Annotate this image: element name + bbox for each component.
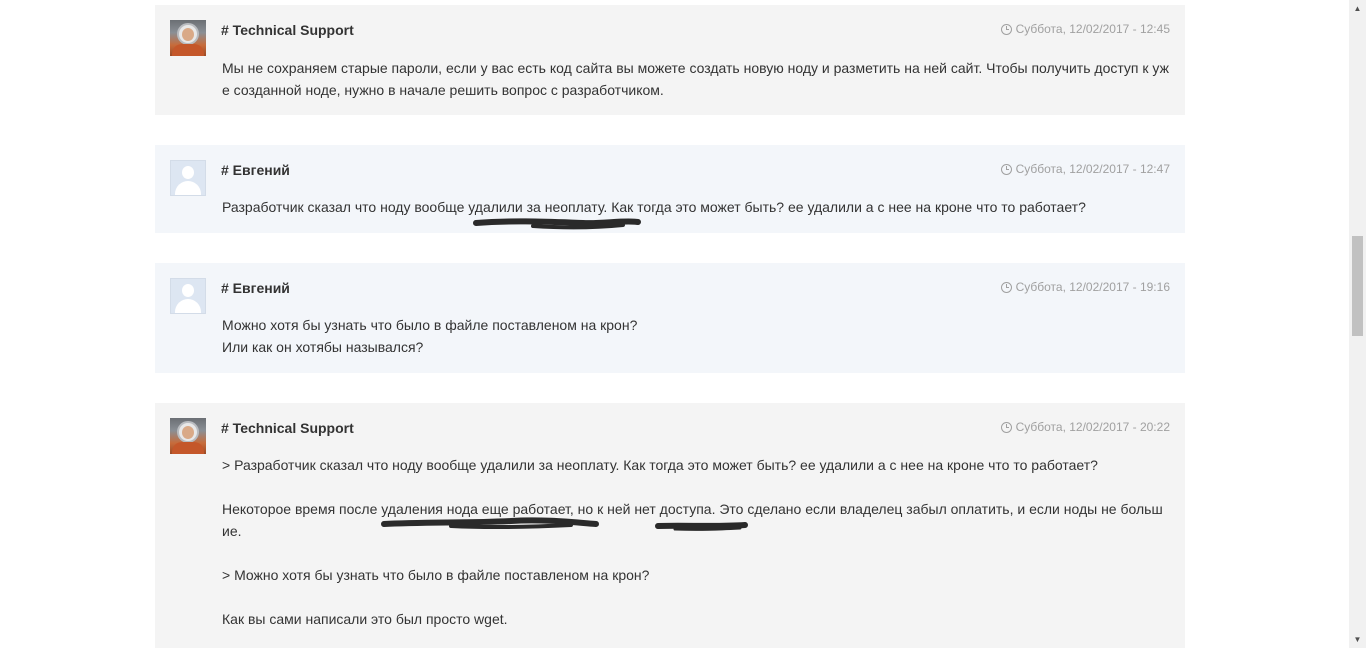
message-paragraph: Или как он хотябы назывался? <box>222 339 424 355</box>
user-avatar <box>170 278 206 314</box>
message-body: Разработчик сказал что ноду вообще удали… <box>222 196 1170 218</box>
message-body: > Разработчик сказал что ноду вообще уда… <box>222 454 1170 630</box>
clock-icon <box>1000 281 1012 293</box>
message-staff: # Technical Support Суббота, 12/02/2017 … <box>155 403 1185 648</box>
message-quote: > Можно хотя бы узнать что было в файле … <box>222 567 650 583</box>
message-paragraph: Мы не сохраняем старые пароли, если у ва… <box>222 60 1169 98</box>
message-body: Можно хотя бы узнать что было в файле по… <box>222 314 1170 358</box>
message-paragraph: Некоторое время после удаления нода еще … <box>222 501 1163 539</box>
message-paragraph: Разработчик сказал что ноду вообще удали… <box>222 199 1086 215</box>
clock-icon <box>1000 23 1012 35</box>
clock-icon <box>1000 421 1012 433</box>
message-staff: # Technical Support Суббота, 12/02/2017 … <box>155 5 1185 115</box>
scroll-thumb[interactable] <box>1352 236 1363 336</box>
message-date-text: Суббота, 12/02/2017 - 12:47 <box>1015 162 1170 176</box>
scroll-up-arrow-icon[interactable]: ▲ <box>1349 0 1366 17</box>
message-body: Мы не сохраняем старые пароли, если у ва… <box>222 57 1170 101</box>
message-date-text: Суббота, 12/02/2017 - 19:16 <box>1015 280 1170 294</box>
message-author: # Technical Support <box>221 420 354 436</box>
message-author: # Technical Support <box>221 22 354 38</box>
message-date-text: Суббота, 12/02/2017 - 20:22 <box>1015 420 1170 434</box>
message-author: # Евгений <box>221 280 290 296</box>
staff-avatar <box>170 20 206 56</box>
message-paragraph: Как вы сами написали это был просто wget… <box>222 611 508 627</box>
message-author: # Евгений <box>221 162 290 178</box>
message-client: # Евгений Суббота, 12/02/2017 - 19:16 Мо… <box>155 263 1185 373</box>
message-client: # Евгений Суббота, 12/02/2017 - 12:47 Ра… <box>155 145 1185 233</box>
user-avatar <box>170 160 206 196</box>
message-date: Суббота, 12/02/2017 - 12:45 <box>1000 22 1170 36</box>
clock-icon <box>1000 163 1012 175</box>
message-quote: > Разработчик сказал что ноду вообще уда… <box>222 457 1098 473</box>
staff-avatar <box>170 418 206 454</box>
vertical-scrollbar[interactable]: ▲ ▼ <box>1349 0 1366 648</box>
scroll-down-arrow-icon[interactable]: ▼ <box>1349 631 1366 648</box>
message-date: Суббота, 12/02/2017 - 19:16 <box>1000 280 1170 294</box>
message-date: Суббота, 12/02/2017 - 20:22 <box>1000 420 1170 434</box>
message-paragraph: Можно хотя бы узнать что было в файле по… <box>222 317 638 333</box>
ticket-page: # Technical Support Суббота, 12/02/2017 … <box>0 0 1366 648</box>
scribble-mark <box>473 218 641 230</box>
message-date-text: Суббота, 12/02/2017 - 12:45 <box>1015 22 1170 36</box>
message-date: Суббота, 12/02/2017 - 12:47 <box>1000 162 1170 176</box>
